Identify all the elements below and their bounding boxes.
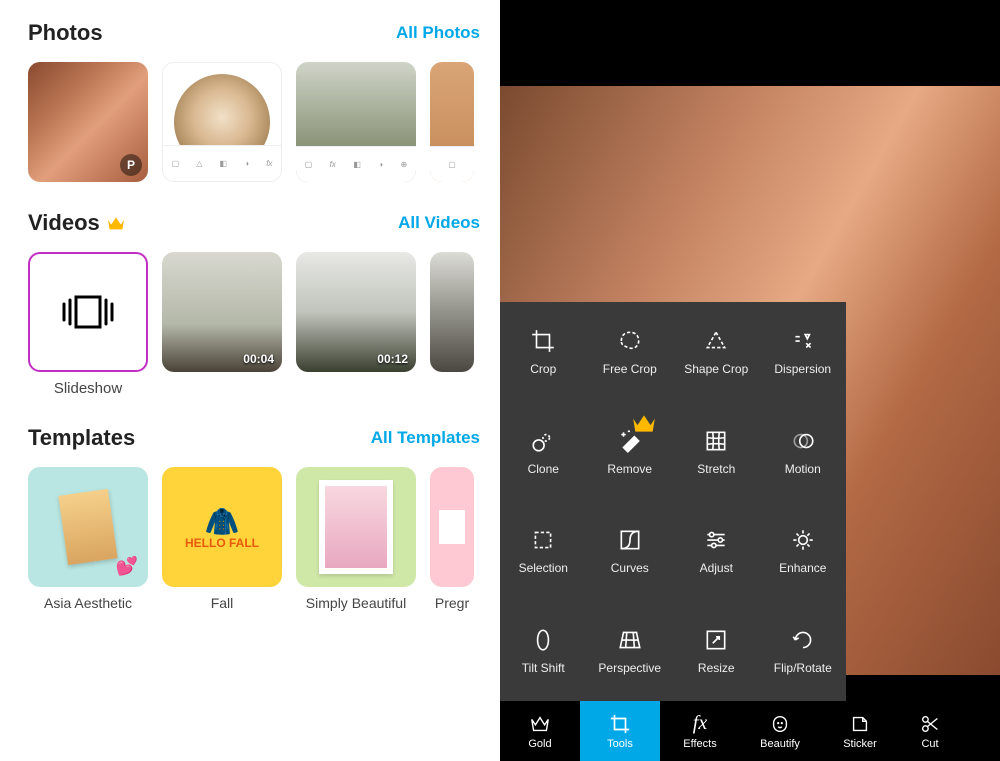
dispersion-icon [790,328,816,354]
adjust-icon [703,527,729,553]
tool-stretch[interactable]: Stretch [673,402,760,502]
tool-shape-crop[interactable]: Shape Crop [673,302,760,402]
photos-row: P ▢△◧◑fx ▢fx◧◑⊕ ▢ [28,62,500,182]
curves-icon [617,527,643,553]
template-item[interactable]: 💕 Asia Aesthetic [28,467,148,612]
crown-icon [106,215,126,231]
template-label: Pregr [430,595,474,612]
templates-row: 💕 Asia Aesthetic 🧥 HELLO FALL Fall Simpl… [28,467,500,612]
slideshow-icon [58,282,118,342]
template-item[interactable]: 🧥 HELLO FALL Fall [162,467,282,612]
tilt-shift-icon [530,627,556,653]
stretch-icon [703,428,729,454]
flip-rotate-icon [790,627,816,653]
photo-thumb[interactable]: ▢△◧◑fx [162,62,282,182]
videos-header: Videos All Videos [28,210,500,236]
photo-edit-badge: ▢fx◧◑⊕ [296,146,416,182]
photos-header: Photos All Photos [28,20,500,46]
video-duration: 00:12 [377,352,408,366]
templates-header: Templates All Templates [28,425,500,451]
crop-icon [530,328,556,354]
sticker-icon [849,713,871,735]
video-thumb[interactable]: 00:12 [296,252,416,372]
free-crop-icon [617,328,643,354]
crop-icon [609,713,631,735]
editor-bottom-nav: Gold Tools fx Effects Beautify Sticker C… [500,701,1000,761]
all-templates-link[interactable]: All Templates [371,428,480,448]
face-icon [769,713,791,735]
nav-effects[interactable]: fx Effects [660,701,740,761]
clone-icon [530,428,556,454]
video-duration: 00:04 [243,352,274,366]
tool-resize[interactable]: Resize [673,601,760,701]
videos-title: Videos [28,210,126,236]
photo-edit-badge: ▢ [430,146,474,182]
photo-edit-badge: ▢△◧◑fx [163,145,281,181]
perspective-icon [617,627,643,653]
photo-thumb[interactable]: P [28,62,148,182]
tool-free-crop[interactable]: Free Crop [587,302,674,402]
video-thumb[interactable]: 00:04 [162,252,282,372]
video-label: Slideshow [28,380,148,397]
resize-icon [703,627,729,653]
gallery-panel: Photos All Photos P ▢△◧◑fx ▢fx◧◑⊕ ▢ Vide… [0,0,500,761]
photos-title: Photos [28,20,103,46]
tool-motion[interactable]: Motion [760,402,847,502]
template-item[interactable]: Simply Beautiful [296,467,416,612]
scissors-icon [919,713,941,735]
tool-tilt-shift[interactable]: Tilt Shift [500,601,587,701]
tool-remove[interactable]: Remove [587,402,674,502]
nav-gold[interactable]: Gold [500,701,580,761]
nav-tools[interactable]: Tools [580,701,660,761]
tool-flip-rotate[interactable]: Flip/Rotate [760,601,847,701]
motion-icon [790,428,816,454]
crown-icon [631,410,657,436]
tools-panel: Crop Free Crop Shape Crop Dispersion Clo… [500,302,846,701]
tool-crop[interactable]: Crop [500,302,587,402]
nav-beautify[interactable]: Beautify [740,701,820,761]
crown-icon [529,713,551,735]
tool-selection[interactable]: Selection [500,502,587,602]
picsart-badge-icon: P [120,154,142,176]
all-videos-link[interactable]: All Videos [398,213,480,233]
enhance-icon [790,527,816,553]
nav-cutout[interactable]: Cut [900,701,960,761]
video-thumb[interactable] [430,252,474,372]
tool-curves[interactable]: Curves [587,502,674,602]
selection-icon [530,527,556,553]
nav-sticker[interactable]: Sticker [820,701,900,761]
template-label: Simply Beautiful [306,595,406,612]
templates-title: Templates [28,425,135,451]
tool-perspective[interactable]: Perspective [587,601,674,701]
fx-icon: fx [693,712,707,735]
template-item[interactable]: Pregr [430,467,474,612]
video-slideshow[interactable] [28,252,148,372]
all-photos-link[interactable]: All Photos [396,23,480,43]
template-label: Fall [211,595,234,612]
tool-clone[interactable]: Clone [500,402,587,502]
tool-adjust[interactable]: Adjust [673,502,760,602]
tool-enhance[interactable]: Enhance [760,502,847,602]
videos-row: Slideshow 00:04 00:12 [28,252,500,397]
shape-crop-icon [703,328,729,354]
template-label: Asia Aesthetic [44,595,132,612]
tool-dispersion[interactable]: Dispersion [760,302,847,402]
photo-thumb[interactable]: ▢fx◧◑⊕ [296,62,416,182]
editor-panel: Crop Free Crop Shape Crop Dispersion Clo… [500,0,1000,761]
photo-thumb[interactable]: ▢ [430,62,474,182]
